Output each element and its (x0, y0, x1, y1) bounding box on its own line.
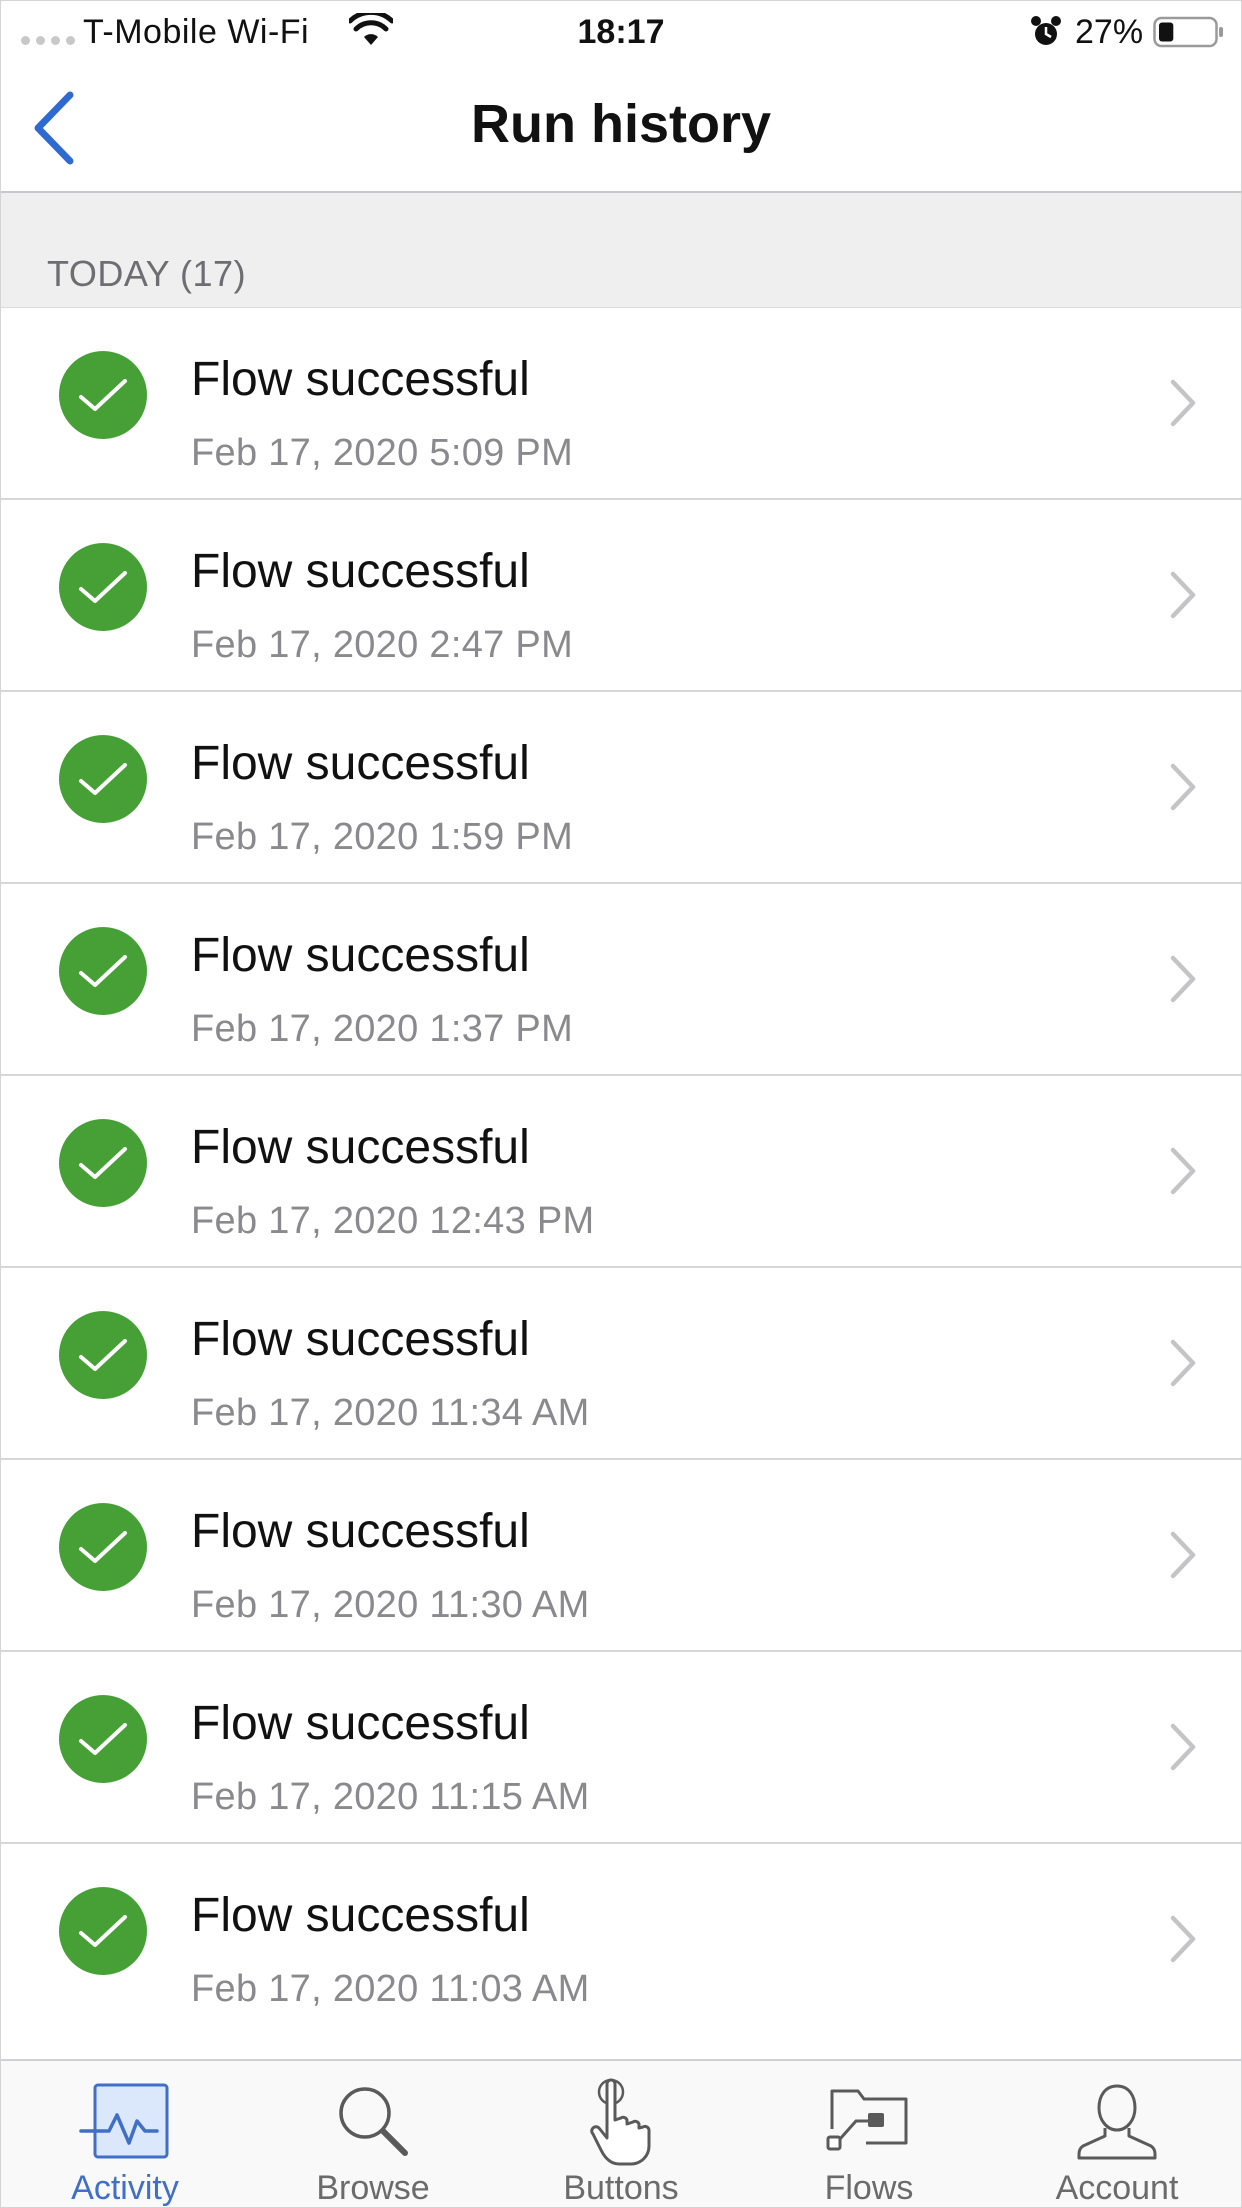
chevron-right-icon (1169, 1338, 1197, 1393)
activity-icon (75, 2077, 175, 2165)
run-timestamp: Feb 17, 2020 11:34 AM (191, 1392, 590, 1434)
list-item[interactable]: Flow successful Feb 17, 2020 5:09 PM (1, 308, 1241, 500)
success-check-icon (59, 1119, 147, 1207)
list-item[interactable]: Flow successful Feb 17, 2020 11:03 AM (1, 1844, 1241, 2036)
tab-activity[interactable]: Activity (1, 2061, 249, 2207)
success-check-icon (59, 1695, 147, 1783)
run-timestamp: Feb 17, 2020 2:47 PM (191, 624, 574, 666)
run-timestamp: Feb 17, 2020 1:59 PM (191, 816, 574, 858)
battery-icon (1153, 15, 1225, 54)
chevron-right-icon (1169, 1722, 1197, 1777)
navigation-bar: Run history (1, 63, 1241, 193)
tab-bar: Activity Browse Buttons Flows Account (1, 2059, 1241, 2207)
list-item-partial (1, 2023, 1241, 2059)
chevron-right-icon (1169, 1530, 1197, 1585)
tab-account[interactable]: Account (993, 2061, 1241, 2207)
run-status-label: Flow successful (191, 1121, 530, 1174)
run-status-label: Flow successful (191, 1889, 530, 1942)
run-status-label: Flow successful (191, 1505, 530, 1558)
run-timestamp: Feb 17, 2020 5:09 PM (191, 432, 574, 474)
run-status-label: Flow successful (191, 1697, 530, 1750)
chevron-right-icon (1169, 378, 1197, 433)
run-timestamp: Feb 17, 2020 11:30 AM (191, 1584, 590, 1626)
page-title: Run history (470, 94, 771, 154)
success-check-icon (59, 735, 147, 823)
list-item[interactable]: Flow successful Feb 17, 2020 1:37 PM (1, 884, 1241, 1076)
run-status-label: Flow successful (191, 929, 530, 982)
success-check-icon (59, 1311, 147, 1399)
chevron-right-icon (1169, 570, 1197, 625)
person-icon (1067, 2077, 1167, 2165)
run-status-label: Flow successful (191, 545, 530, 598)
list-item[interactable]: Flow successful Feb 17, 2020 12:43 PM (1, 1076, 1241, 1268)
run-timestamp: Feb 17, 2020 11:15 AM (191, 1776, 590, 1818)
touch-icon (571, 2077, 671, 2166)
tab-browse[interactable]: Browse (249, 2061, 497, 2207)
tab-label: Flows (824, 2169, 914, 2207)
status-bar: T-Mobile Wi-Fi 18:17 27% (1, 1, 1241, 63)
alarm-icon (1029, 15, 1063, 54)
run-status-label: Flow successful (191, 353, 530, 406)
chevron-right-icon (1169, 1146, 1197, 1201)
chevron-right-icon (1169, 762, 1197, 817)
run-timestamp: Feb 17, 2020 1:37 PM (191, 1008, 574, 1050)
tab-label: Buttons (563, 2169, 679, 2207)
run-history-list: Flow successful Feb 17, 2020 5:09 PM Flow … (1, 308, 1241, 2036)
run-status-label: Flow successful (191, 737, 530, 790)
success-check-icon (59, 351, 147, 439)
run-timestamp: Feb 17, 2020 11:03 AM (191, 1968, 590, 2010)
app-screen: T-Mobile Wi-Fi 18:17 27% Run history TOD… (0, 0, 1242, 2208)
tab-label: Account (1055, 2169, 1179, 2207)
section-title: TODAY (17) (47, 253, 247, 294)
success-check-icon (59, 1503, 147, 1591)
tab-flows[interactable]: Flows (745, 2061, 993, 2207)
success-check-icon (59, 543, 147, 631)
tab-label: Browse (316, 2169, 430, 2207)
run-status-label: Flow successful (191, 1313, 530, 1366)
section-header: TODAY (17) (1, 193, 1241, 308)
list-item[interactable]: Flow successful Feb 17, 2020 1:59 PM (1, 692, 1241, 884)
chevron-right-icon (1169, 1914, 1197, 1969)
list-item[interactable]: Flow successful Feb 17, 2020 11:30 AM (1, 1460, 1241, 1652)
list-item[interactable]: Flow successful Feb 17, 2020 2:47 PM (1, 500, 1241, 692)
success-check-icon (59, 1887, 147, 1975)
battery-percent: 27% (1075, 13, 1144, 51)
tab-buttons[interactable]: Buttons (497, 2061, 745, 2207)
run-timestamp: Feb 17, 2020 12:43 PM (191, 1200, 595, 1242)
chevron-right-icon (1169, 954, 1197, 1009)
list-item[interactable]: Flow successful Feb 17, 2020 11:15 AM (1, 1652, 1241, 1844)
tab-label: Activity (71, 2169, 179, 2207)
success-check-icon (59, 927, 147, 1015)
list-item[interactable]: Flow successful Feb 17, 2020 11:34 AM (1, 1268, 1241, 1460)
search-icon (323, 2077, 423, 2165)
flows-folder-icon (819, 2077, 919, 2165)
